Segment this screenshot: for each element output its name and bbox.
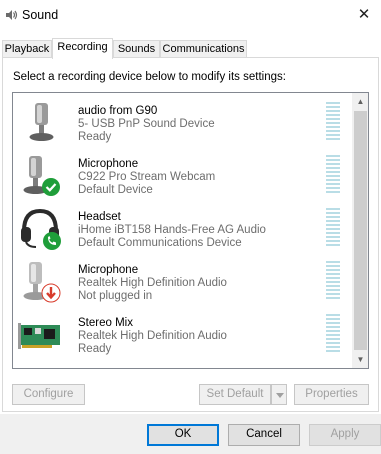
level-meter — [326, 102, 340, 142]
level-meter — [326, 155, 340, 195]
level-meter — [326, 261, 340, 301]
device-name: Headset — [78, 211, 121, 223]
instruction-text: Select a recording device below to modif… — [13, 71, 286, 83]
device-status: Default Communications Device — [78, 237, 242, 249]
microphone-icon — [29, 103, 54, 141]
device-name: audio from G90 — [78, 105, 158, 117]
tab-communications[interactable]: Communications — [160, 40, 247, 58]
device-status: Default Device — [78, 184, 153, 196]
device-name: Microphone — [78, 264, 139, 276]
microphone-icon — [23, 262, 61, 303]
tab-sounds[interactable]: Sounds — [113, 40, 160, 58]
headset-icon — [21, 208, 61, 250]
phone-badge-icon — [43, 232, 61, 250]
chevron-down-icon — [276, 393, 284, 398]
window-title: Sound — [22, 8, 59, 22]
device-status: Ready — [78, 343, 112, 355]
properties-button[interactable]: Properties — [294, 384, 369, 405]
device-description: iHome iBT158 Hands-Free AG Audio — [78, 224, 266, 236]
device-description: Realtek High Definition Audio — [78, 277, 227, 289]
tab-recording[interactable]: Recording — [52, 38, 113, 59]
level-meter — [326, 314, 340, 354]
device-list[interactable]: audio from G90 5- USB PnP Sound Device R… — [12, 92, 369, 369]
set-default-dropdown-button[interactable] — [271, 384, 287, 405]
tab-strip: Playback Recording Sounds Communications — [0, 38, 381, 59]
device-name: Stereo Mix — [78, 317, 133, 329]
vertical-scrollbar[interactable]: ▲ ▼ — [352, 93, 368, 368]
device-description: Realtek High Definition Audio — [78, 330, 227, 342]
device-name: Microphone — [78, 158, 139, 170]
scroll-down-arrow-icon[interactable]: ▼ — [352, 351, 368, 368]
ok-button[interactable]: OK — [147, 424, 219, 446]
apply-button[interactable]: Apply — [309, 424, 381, 446]
device-description: C922 Pro Stream Webcam — [78, 171, 216, 183]
device-row[interactable]: Stereo Mix Realtek High Definition Audio… — [13, 307, 350, 360]
device-description: 5- USB PnP Sound Device — [78, 118, 215, 130]
title-bar: Sound ✕ — [0, 0, 381, 32]
configure-button[interactable]: Configure — [12, 384, 85, 405]
microphone-icon — [23, 156, 60, 196]
device-status: Ready — [78, 131, 112, 143]
scroll-thumb[interactable] — [354, 111, 367, 350]
tab-playback[interactable]: Playback — [2, 40, 52, 58]
device-row[interactable]: audio from G90 5- USB PnP Sound Device R… — [13, 95, 350, 148]
check-badge-icon — [42, 178, 60, 196]
sound-card-icon — [18, 323, 60, 349]
close-button[interactable]: ✕ — [352, 4, 376, 26]
device-row[interactable]: Microphone Realtek High Definition Audio… — [13, 254, 350, 307]
level-meter — [326, 208, 340, 248]
speaker-icon — [6, 10, 18, 20]
set-default-button[interactable]: Set Default — [199, 384, 271, 405]
device-row[interactable]: Headset iHome iBT158 Hands-Free AG Audio… — [13, 201, 350, 254]
device-row[interactable]: Microphone C922 Pro Stream Webcam Defaul… — [13, 148, 350, 201]
device-status: Not plugged in — [78, 290, 153, 302]
scroll-up-arrow-icon[interactable]: ▲ — [352, 93, 368, 110]
cancel-button[interactable]: Cancel — [228, 424, 300, 446]
